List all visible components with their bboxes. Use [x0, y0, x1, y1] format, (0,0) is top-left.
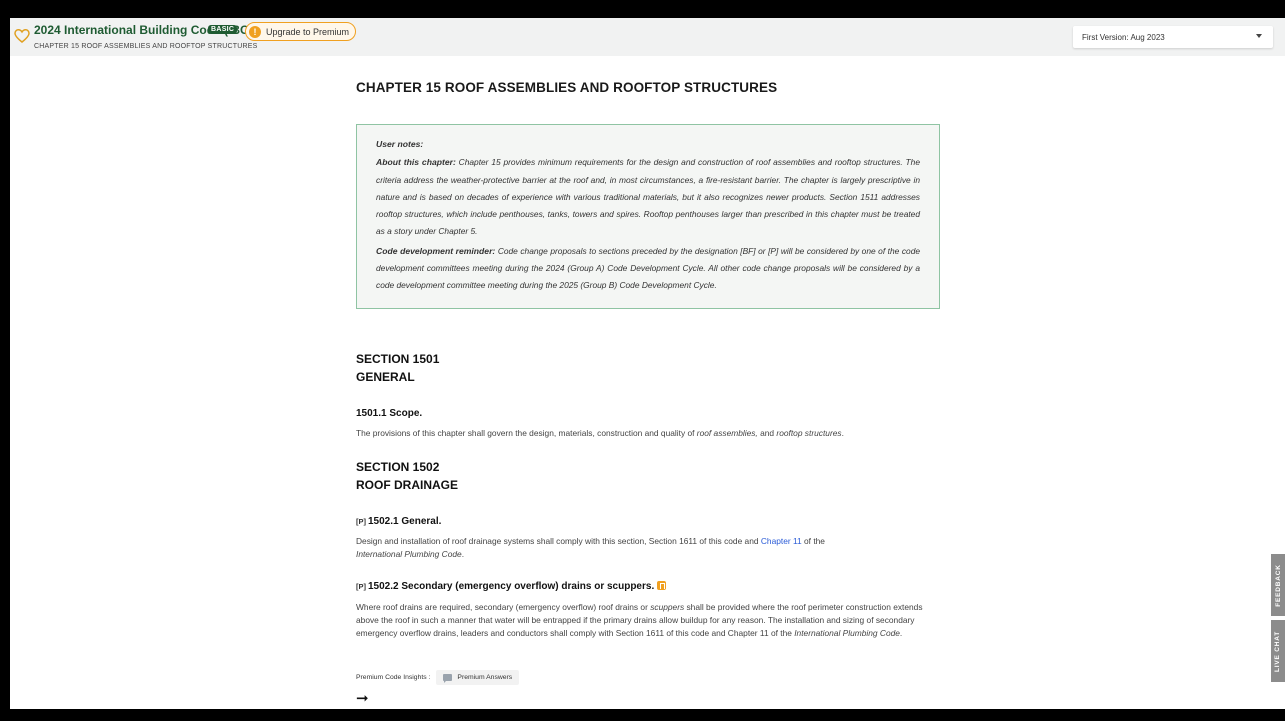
subscription-badge: BASIC	[208, 25, 238, 34]
text-run: of the	[801, 536, 825, 546]
text-run: .	[841, 428, 844, 438]
defined-term: rooftop structures	[776, 428, 842, 438]
premium-answers-label: Premium Answers	[457, 674, 513, 681]
version-label: First Version: Aug 2023	[1082, 33, 1165, 42]
subsection-title: 1502.1 General.	[368, 516, 442, 527]
chapter-11-link[interactable]: Chapter 11	[761, 536, 802, 546]
alert-icon: !	[249, 25, 261, 38]
next-arrow-icon[interactable]: ➞	[356, 691, 369, 706]
section-number: SECTION 1501	[356, 352, 440, 366]
code-reference: International Plumbing Code	[794, 627, 900, 638]
section-number: SECTION 1502	[356, 460, 440, 474]
section-1502-2-text: Where roof drains are required, secondar…	[356, 601, 938, 639]
section-1501-1-text: The provisions of this chapter shall gov…	[356, 427, 938, 440]
caret-down-icon	[1256, 34, 1262, 38]
plumbing-tag: [P]	[356, 517, 366, 526]
live-chat-label: LIVE CHAT	[1274, 630, 1282, 672]
version-dropdown[interactable]: First Version: Aug 2023	[1073, 26, 1273, 48]
section-1501-1-title: 1501.1 Scope.	[356, 408, 423, 419]
premium-bookmark-icon[interactable]	[657, 581, 667, 590]
section-1502-1-title: [P] 1502.1 General.	[356, 516, 441, 527]
code-development-note: Code development reminder: Code change p…	[376, 243, 920, 295]
plumbing-tag: [P]	[356, 582, 366, 591]
text-run: and	[757, 428, 777, 438]
defined-term: scuppers	[650, 602, 685, 612]
user-notes-box: User notes: About this chapter: Chapter …	[356, 124, 940, 309]
code-development-label: Code development reminder:	[376, 245, 496, 256]
section-1502-heading: SECTION 1502 ROOF DRAINAGE	[356, 458, 458, 494]
about-chapter-text: Chapter 15 provides minimum requirements…	[376, 157, 920, 237]
heart-icon[interactable]	[14, 28, 30, 44]
feedback-label: FEEDBACK	[1274, 563, 1282, 607]
text-run: .	[461, 548, 465, 559]
about-chapter-label: About this chapter:	[376, 157, 456, 168]
text-run: .	[899, 627, 903, 638]
live-chat-tab[interactable]: LIVE CHAT	[1271, 620, 1285, 682]
upgrade-button[interactable]: ! Upgrade to Premium	[245, 22, 357, 41]
feedback-tab[interactable]: FEEDBACK	[1271, 554, 1285, 616]
text-run: Design and installation of roof drainage…	[356, 536, 761, 546]
top-bar: 2024 International Building Code (IBC) B…	[10, 18, 1285, 56]
premium-insights: Premium Code Insights : Premium Answers	[356, 670, 520, 685]
chat-icon	[443, 674, 453, 683]
upgrade-label: Upgrade to Premium	[266, 26, 350, 37]
insights-label: Premium Code Insights :	[356, 674, 431, 681]
chapter-content: CHAPTER 15 ROOF ASSEMBLIES AND ROOFTOP S…	[356, 80, 946, 706]
chapter-title: CHAPTER 15 ROOF ASSEMBLIES AND ROOFTOP S…	[356, 80, 778, 95]
subsection-title: 1502.2 Secondary (emergency overflow) dr…	[368, 581, 655, 592]
text-run: Where roof drains are required, secondar…	[356, 602, 651, 612]
text-run: The provisions of this chapter shall gov…	[356, 428, 697, 438]
breadcrumb: CHAPTER 15 ROOF ASSEMBLIES AND ROOFTOP S…	[34, 43, 258, 50]
user-notes-heading: User notes:	[376, 139, 424, 149]
section-name: ROOF DRAINAGE	[356, 478, 458, 492]
section-1502-1-text: Design and installation of roof drainage…	[356, 535, 938, 561]
section-1501-heading: SECTION 1501 GENERAL	[356, 350, 439, 386]
section-name: GENERAL	[356, 370, 415, 384]
premium-answers-button[interactable]: Premium Answers	[436, 670, 520, 685]
app-window: 2024 International Building Code (IBC) B…	[10, 18, 1285, 709]
defined-term: roof assemblies,	[696, 428, 758, 438]
about-chapter-note: About this chapter: Chapter 15 provides …	[376, 154, 920, 240]
code-reference: International Plumbing Code	[356, 548, 462, 559]
section-1502-2-title: [P] 1502.2 Secondary (emergency overflow)…	[356, 581, 667, 592]
